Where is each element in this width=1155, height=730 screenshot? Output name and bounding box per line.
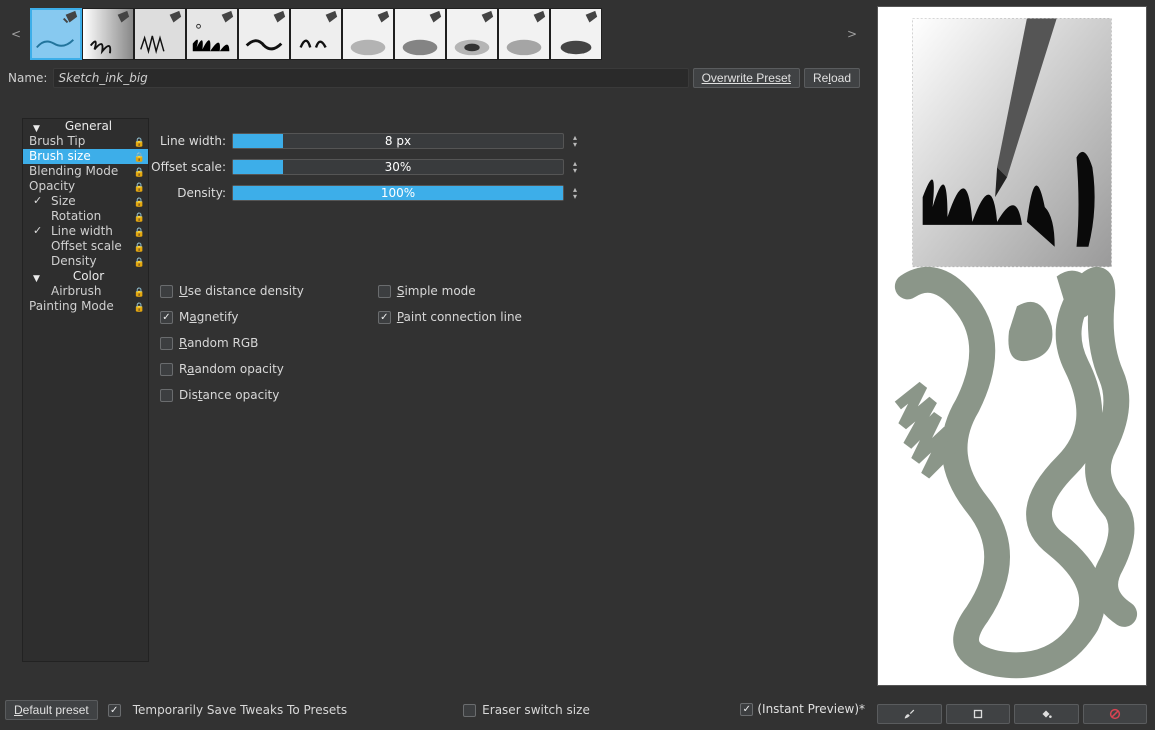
sidebar-item-size[interactable]: ✓Size🔒	[23, 194, 148, 209]
random-opacity-checkbox[interactable]	[160, 363, 173, 376]
line-width-label: Line width:	[150, 134, 226, 148]
instant-preview-label: (Instant Preview)*	[757, 702, 865, 716]
name-field[interactable]: Sketch_ink_big	[53, 68, 688, 88]
line-width-spin[interactable]: ▴▾	[570, 135, 580, 148]
preset-thumb[interactable]	[446, 8, 498, 60]
eraser-switch-checkbox[interactable]	[463, 704, 476, 717]
fill-icon-button[interactable]	[1014, 704, 1079, 724]
preset-thumb[interactable]	[82, 8, 134, 60]
brush-preview	[877, 6, 1147, 686]
preset-thumb[interactable]	[394, 8, 446, 60]
density-slider[interactable]: 100%	[232, 185, 564, 201]
distance-opacity-checkbox[interactable]	[160, 389, 173, 402]
temp-save-checkbox[interactable]: ✓	[108, 704, 121, 717]
simple-mode-label: Simple mode	[397, 284, 476, 298]
offset-scale-spin[interactable]: ▴▾	[570, 161, 580, 174]
offset-scale-slider[interactable]: 30%	[232, 159, 564, 175]
paint-connection-checkbox[interactable]: ✓	[378, 311, 391, 324]
property-sidebar: ▼General Brush Tip🔒 Brush size🔒 Blending…	[22, 118, 149, 662]
preset-thumbnails	[30, 8, 602, 60]
line-width-slider[interactable]: 8 px	[232, 133, 564, 149]
density-label: Density:	[150, 186, 226, 200]
preset-thumb[interactable]	[238, 8, 290, 60]
instant-preview-row: ✓ (Instant Preview)*	[740, 702, 865, 716]
instant-preview-checkbox[interactable]: ✓	[740, 703, 753, 716]
distance-opacity-label: Distance opacity	[179, 388, 279, 402]
preset-thumb[interactable]	[290, 8, 342, 60]
temp-save-label: Temporarily Save Tweaks To Presets	[133, 703, 347, 717]
name-row: Name: Sketch_ink_big Overwrite Preset Re…	[8, 68, 860, 88]
random-rgb-checkbox[interactable]	[160, 337, 173, 350]
preset-prev[interactable]: <	[8, 27, 24, 41]
sidebar-item-offset-scale[interactable]: Offset scale🔒	[23, 239, 148, 254]
simple-mode-checkbox[interactable]	[378, 285, 391, 298]
overwrite-preset-button[interactable]: Overwrite Preset	[693, 68, 800, 88]
sidebar-item-line-width[interactable]: ✓Line width🔒	[23, 224, 148, 239]
main-panel: Line width: 8 px ▴▾ Offset scale: 30% ▴▾…	[150, 118, 865, 662]
magnetify-label: Magnetify	[179, 310, 238, 324]
preset-next[interactable]: >	[844, 27, 860, 41]
preset-thumb[interactable]	[342, 8, 394, 60]
bottom-bar: Default preset ✓ Temporarily Save Tweaks…	[5, 698, 863, 722]
reload-button[interactable]: Reload	[804, 68, 860, 88]
preset-thumb[interactable]	[186, 8, 238, 60]
sidebar-item-density[interactable]: Density🔒	[23, 254, 148, 269]
sidebar-header-color[interactable]: ▼Color	[23, 269, 148, 284]
sidebar-item-brush-tip[interactable]: Brush Tip🔒	[23, 134, 148, 149]
preset-thumb[interactable]	[498, 8, 550, 60]
use-distance-density-checkbox[interactable]	[160, 285, 173, 298]
eraser-switch-label: Eraser switch size	[482, 703, 590, 717]
options-checks: Use distance density ✓ Magnetify Random R…	[160, 278, 522, 408]
density-spin[interactable]: ▴▾	[570, 187, 580, 200]
use-distance-density-label: Use distance density	[179, 284, 304, 298]
preset-thumb[interactable]	[134, 8, 186, 60]
sidebar-item-brush-size[interactable]: Brush size🔒	[23, 149, 148, 164]
random-rgb-label: Random RGB	[179, 336, 258, 350]
preset-thumb[interactable]	[30, 8, 82, 60]
sidebar-item-airbrush[interactable]: Airbrush🔒	[23, 284, 148, 299]
preset-thumb[interactable]	[550, 8, 602, 60]
sidebar-item-opacity[interactable]: Opacity🔒	[23, 179, 148, 194]
paint-connection-label: Paint connection line	[397, 310, 522, 324]
square-icon-button[interactable]	[946, 704, 1011, 724]
sidebar-item-painting-mode[interactable]: Painting Mode🔒	[23, 299, 148, 314]
default-preset-button[interactable]: Default preset	[5, 700, 98, 720]
sidebar-item-blending-mode[interactable]: Blending Mode🔒	[23, 164, 148, 179]
preset-strip: < >	[8, 6, 860, 62]
name-label: Name:	[8, 71, 47, 85]
sidebar-item-rotation[interactable]: Rotation🔒	[23, 209, 148, 224]
preview-toolbar	[877, 704, 1147, 724]
offset-scale-label: Offset scale:	[150, 160, 226, 174]
random-opacity-label: Raandom opacity	[179, 362, 284, 376]
clear-icon-button[interactable]	[1083, 704, 1148, 724]
magnetify-checkbox[interactable]: ✓	[160, 311, 173, 324]
brush-icon-button[interactable]	[877, 704, 942, 724]
sidebar-header-general[interactable]: ▼General	[23, 119, 148, 134]
